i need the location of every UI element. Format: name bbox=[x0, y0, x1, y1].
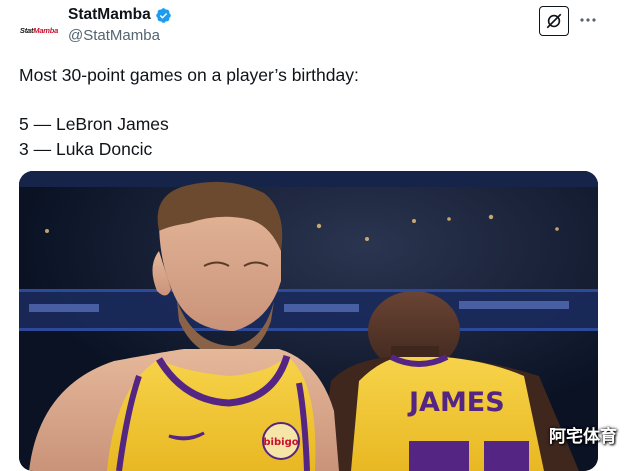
tweet-text: Most 30-point games on a player’s birthd… bbox=[19, 63, 609, 161]
basketball-players-photo: JAMES bibigo bbox=[19, 171, 598, 471]
sponsor-patch-text: bibigo bbox=[263, 437, 298, 448]
verified-badge-icon bbox=[155, 7, 171, 23]
more-horizontal-icon bbox=[580, 18, 596, 22]
tweet-line-headline: Most 30-point games on a player’s birthd… bbox=[19, 65, 359, 85]
tweet-media-photo[interactable]: JAMES bibigo bbox=[19, 171, 598, 471]
author-display-name[interactable]: StatMamba bbox=[68, 6, 151, 24]
tweet-line-lebron: 5 — LeBron James bbox=[19, 114, 169, 134]
jersey-name-text: JAMES bbox=[407, 387, 505, 418]
watermark-text: 阿宅体育 bbox=[549, 427, 617, 447]
author-name-row: StatMamba bbox=[68, 6, 172, 24]
tweet-line-luka: 3 — Luka Doncic bbox=[19, 138, 153, 159]
more-options-button[interactable] bbox=[578, 10, 598, 30]
avatar-logo: StatMamba bbox=[19, 25, 59, 35]
grok-icon bbox=[546, 13, 562, 29]
avatar[interactable]: StatMamba bbox=[19, 10, 59, 50]
tweet-card: StatMamba StatMamba @StatMamba Most 30-p… bbox=[0, 0, 640, 471]
author-handle[interactable]: @StatMamba bbox=[68, 27, 160, 44]
grok-button[interactable] bbox=[539, 6, 569, 36]
page-right-margin bbox=[612, 0, 640, 457]
